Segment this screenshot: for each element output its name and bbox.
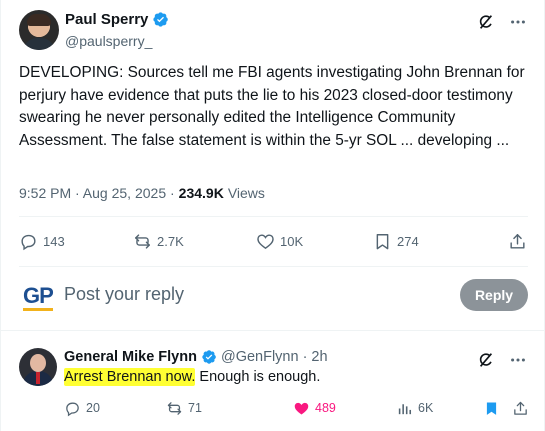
reply-button[interactable]: Reply [460, 279, 528, 311]
like-icon [294, 402, 309, 415]
tweet-meta: 9:52 PM · Aug 25, 2025 · 234.9K Views [19, 185, 265, 201]
reply-author-name[interactable]: General Mike Flynn [64, 349, 197, 365]
divider [19, 216, 528, 217]
views-label: Views [227, 185, 265, 201]
reply-author-handle[interactable]: @GenFlynn [221, 349, 299, 365]
reply-top-actions [476, 350, 528, 370]
divider [19, 266, 528, 267]
reply-count: 20 [86, 401, 100, 415]
tweet-actions: 143 2.7K 10K 274 [19, 230, 527, 252]
avatar[interactable] [19, 10, 59, 50]
bookmark-icon[interactable] [483, 400, 500, 417]
reply-action[interactable]: 143 [19, 232, 99, 251]
reply-action[interactable]: 20 [64, 400, 144, 417]
separator: · [302, 349, 308, 365]
author-handle[interactable]: @paulsperry_ [65, 33, 152, 49]
reply-input[interactable]: Post your reply [64, 284, 184, 305]
gp-logo: GP [23, 283, 57, 311]
gp-logo-text: GP [23, 283, 54, 308]
tweet-top-actions [476, 12, 528, 32]
like-icon [257, 233, 274, 249]
like-action[interactable]: 489 [293, 400, 373, 417]
avatar-tie [36, 372, 40, 384]
tweet-timestamp[interactable]: 9:52 PM · Aug 25, 2025 · [19, 185, 175, 201]
views-count: 6K [418, 401, 434, 415]
reply-header: General Mike Flynn @GenFlynn · 2h [64, 349, 328, 365]
repost-action[interactable]: 2.7K [133, 232, 219, 251]
reply-count: 143 [43, 233, 65, 249]
repost-count: 71 [188, 401, 202, 415]
share-icon [510, 233, 525, 249]
reply-icon [21, 234, 36, 250]
highlighted-text: Arrest Brennan now. [64, 368, 196, 386]
main-tweet: Paul Sperry @paulsperry_ DEVELOPING: Sou… [1, 0, 545, 330]
like-count: 10K [280, 233, 304, 249]
bookmark-action[interactable]: 274 [373, 232, 453, 251]
repost-icon [167, 401, 182, 415]
reply-icon [66, 402, 79, 416]
reply-tweet[interactable]: General Mike Flynn @GenFlynn · 2h Arrest… [1, 338, 545, 431]
repost-action[interactable]: 71 [166, 400, 246, 417]
share-icon[interactable] [512, 400, 529, 417]
views-icon [398, 403, 412, 414]
grok-icon[interactable] [476, 350, 496, 370]
share-action[interactable] [508, 232, 527, 251]
repost-count: 2.7K [157, 233, 184, 249]
like-action[interactable]: 10K [256, 232, 336, 251]
reply-text-rest: Enough is enough. [195, 369, 321, 385]
avatar[interactable] [19, 348, 57, 386]
reply-text: Arrest Brennan now. Enough is enough. [64, 368, 321, 386]
reply-tweet-actions: 20 71 489 6K [64, 398, 529, 418]
divider [1, 330, 545, 331]
reply-right-actions [483, 400, 529, 417]
more-icon[interactable] [508, 350, 528, 370]
avatar-hair [27, 14, 51, 26]
gp-logo-bar [23, 308, 53, 311]
more-icon[interactable] [508, 12, 528, 32]
bookmark-count: 274 [397, 233, 419, 249]
timeline-frame: Paul Sperry @paulsperry_ DEVELOPING: Sou… [0, 0, 545, 431]
like-count: 489 [315, 401, 336, 415]
avatar-shirt [23, 38, 55, 50]
verified-badge-icon [202, 350, 216, 364]
author-name[interactable]: Paul Sperry [65, 11, 169, 28]
verified-badge-icon [153, 12, 169, 27]
repost-icon [135, 233, 150, 249]
author-name-text[interactable]: Paul Sperry [65, 11, 148, 28]
tweet-text: DEVELOPING: Sources tell me FBI agents i… [19, 64, 525, 149]
reply-composer: GP Post your reply Reply [1, 270, 545, 318]
reply-timestamp[interactable]: 2h [311, 349, 327, 365]
views-action[interactable]: 6K [396, 400, 476, 417]
bookmark-icon [376, 233, 389, 249]
views-count: 234.9K [178, 185, 224, 201]
avatar-face [30, 354, 46, 372]
grok-icon[interactable] [476, 12, 496, 32]
